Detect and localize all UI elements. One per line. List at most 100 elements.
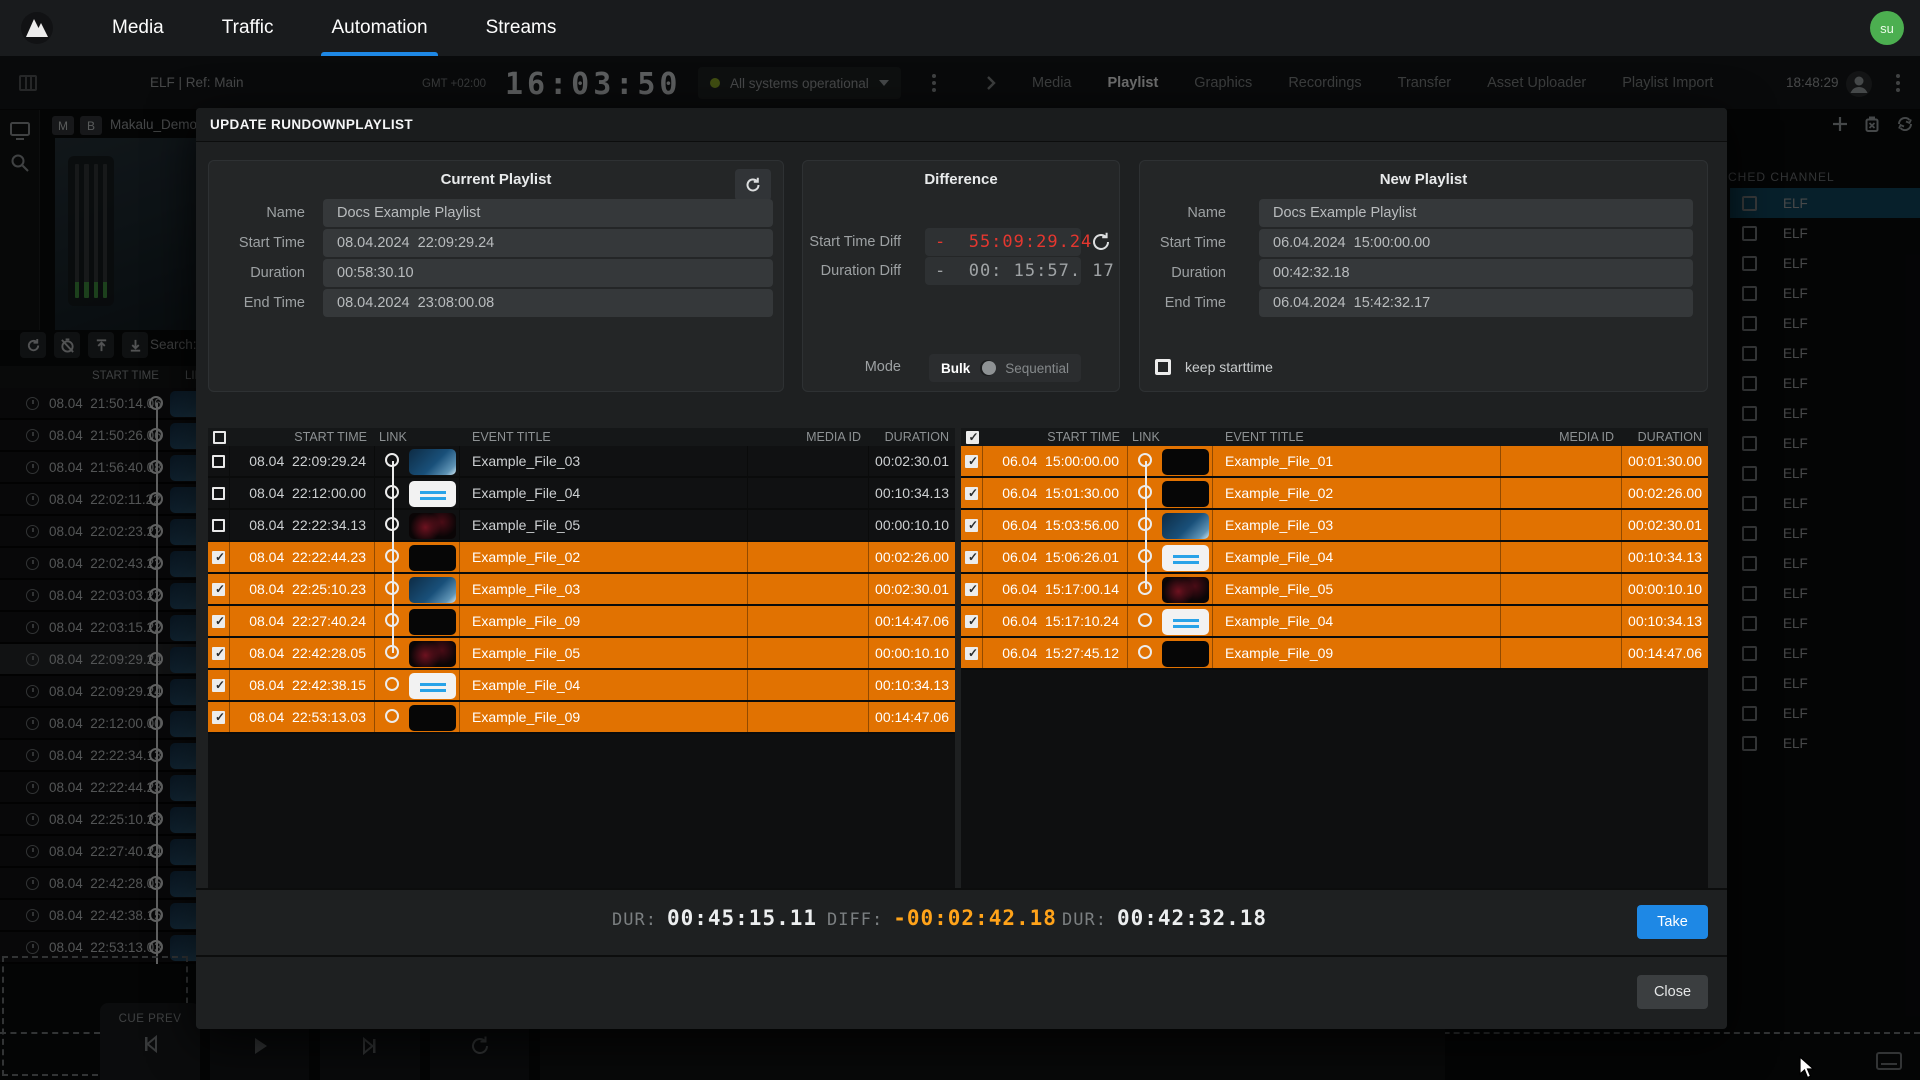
event-title: Example_File_09 bbox=[460, 606, 748, 636]
duration-left-readout: DUR: 00:45:15.11 bbox=[612, 906, 817, 940]
row-checkbox[interactable] bbox=[212, 711, 225, 724]
event-row[interactable]: 08.04 22:25:10.23 Example_File_03 00:02:… bbox=[208, 574, 955, 606]
event-row[interactable]: 08.04 22:53:13.03 Example_File_09 00:14:… bbox=[208, 702, 955, 734]
event-thumbnail bbox=[1162, 609, 1209, 635]
close-button[interactable]: Close bbox=[1637, 975, 1708, 1009]
refresh-playlist-button[interactable] bbox=[735, 169, 771, 201]
event-row[interactable]: 08.04 22:12:00.00 Example_File_04 00:10:… bbox=[208, 478, 955, 510]
nav-item[interactable]: Media bbox=[96, 0, 180, 56]
nav-item[interactable]: Automation bbox=[315, 0, 443, 56]
row-checkbox[interactable] bbox=[965, 519, 978, 532]
row-checkbox[interactable] bbox=[212, 455, 225, 468]
event-row[interactable]: 08.04 22:22:44.23 Example_File_02 00:02:… bbox=[208, 542, 955, 574]
row-checkbox[interactable] bbox=[212, 679, 225, 692]
new-end-field[interactable]: 06.04.2024 15:42:32.17 bbox=[1259, 289, 1693, 317]
keep-starttime-checkbox[interactable] bbox=[1155, 359, 1171, 375]
link-ring[interactable] bbox=[385, 517, 399, 531]
current-start-field[interactable]: 08.04.2024 22:09:29.24 bbox=[323, 229, 773, 257]
link-ring[interactable] bbox=[385, 581, 399, 595]
row-checkbox[interactable] bbox=[965, 551, 978, 564]
event-title: Example_File_01 bbox=[1213, 446, 1501, 476]
event-row[interactable]: 08.04 22:42:38.15 Example_File_04 00:10:… bbox=[208, 670, 955, 702]
link-ring[interactable] bbox=[385, 613, 399, 627]
event-row[interactable]: 06.04 15:01:30.00 Example_File_02 00:02:… bbox=[961, 478, 1708, 510]
event-thumbnail bbox=[409, 641, 456, 667]
makalu-logo[interactable] bbox=[20, 11, 54, 45]
event-row[interactable]: 06.04 15:06:26.01 Example_File_04 00:10:… bbox=[961, 542, 1708, 574]
nav-item[interactable]: Traffic bbox=[206, 0, 290, 56]
select-all-checkbox[interactable] bbox=[213, 431, 226, 444]
event-row[interactable]: 06.04 15:27:45.12 Example_File_09 00:14:… bbox=[961, 638, 1708, 670]
end-time-label: End Time bbox=[1165, 295, 1226, 311]
link-ring[interactable] bbox=[385, 453, 399, 467]
event-start-time: 06.04 15:03:56.00 bbox=[983, 510, 1128, 540]
nav-item[interactable]: Streams bbox=[470, 0, 573, 56]
row-checkbox[interactable] bbox=[212, 583, 225, 596]
row-checkbox[interactable] bbox=[212, 647, 225, 660]
row-checkbox[interactable] bbox=[212, 487, 225, 500]
current-name-field[interactable]: Docs Example Playlist bbox=[323, 199, 773, 227]
event-row[interactable]: 06.04 15:17:00.14 Example_File_05 00:00:… bbox=[961, 574, 1708, 606]
new-playlist-panel: New Playlist Name Docs Example Playlist … bbox=[1139, 160, 1708, 392]
current-duration-field[interactable]: 00:58:30.10 bbox=[323, 259, 773, 287]
event-row[interactable]: 06.04 15:00:00.00 Example_File_01 00:01:… bbox=[961, 446, 1708, 478]
start-time-diff-value: - 55:09:29.24 bbox=[925, 228, 1081, 256]
mode-bulk-label[interactable]: Bulk bbox=[941, 361, 970, 376]
event-row[interactable]: 06.04 15:17:10.24 Example_File_04 00:10:… bbox=[961, 606, 1708, 638]
event-duration: 00:02:30.01 bbox=[1622, 510, 1708, 540]
select-all-checkbox[interactable] bbox=[966, 431, 979, 444]
row-checkbox[interactable] bbox=[212, 519, 225, 532]
event-media-id bbox=[748, 574, 869, 604]
event-row[interactable]: 08.04 22:09:29.24 Example_File_03 00:02:… bbox=[208, 446, 955, 478]
event-row[interactable]: 08.04 22:22:34.13 Example_File_05 00:00:… bbox=[208, 510, 955, 542]
link-ring[interactable] bbox=[385, 677, 399, 691]
event-thumbnail bbox=[1162, 577, 1209, 603]
event-row[interactable]: 06.04 15:03:56.00 Example_File_03 00:02:… bbox=[961, 510, 1708, 542]
row-checkbox[interactable] bbox=[965, 455, 978, 468]
event-row[interactable]: 08.04 22:27:40.24 Example_File_09 00:14:… bbox=[208, 606, 955, 638]
table-header: START TIME LINK EVENT TITLE MEDIA ID DUR… bbox=[208, 428, 955, 446]
divider bbox=[196, 955, 1727, 957]
col-link: LINK bbox=[375, 430, 460, 444]
event-link-cell bbox=[375, 638, 460, 668]
event-title: Example_File_03 bbox=[1213, 510, 1501, 540]
link-ring[interactable] bbox=[1138, 613, 1152, 627]
event-duration: 00:00:10.10 bbox=[1622, 574, 1708, 604]
link-ring[interactable] bbox=[385, 549, 399, 563]
event-media-id bbox=[748, 702, 869, 732]
row-checkbox[interactable] bbox=[965, 615, 978, 628]
link-ring[interactable] bbox=[1138, 485, 1152, 499]
event-link-cell bbox=[1128, 510, 1213, 540]
link-ring[interactable] bbox=[1138, 453, 1152, 467]
mode-switch[interactable] bbox=[980, 360, 995, 376]
new-start-field[interactable]: 06.04.2024 15:00:00.00 bbox=[1259, 229, 1693, 257]
link-ring[interactable] bbox=[1138, 581, 1152, 595]
col-start-time: START TIME bbox=[983, 430, 1128, 444]
row-checkbox[interactable] bbox=[965, 583, 978, 596]
event-duration: 00:01:30.00 bbox=[1622, 446, 1708, 476]
row-checkbox[interactable] bbox=[212, 615, 225, 628]
mode-sequential-label[interactable]: Sequential bbox=[1005, 361, 1069, 376]
event-row[interactable]: 08.04 22:42:28.05 Example_File_05 00:00:… bbox=[208, 638, 955, 670]
link-ring[interactable] bbox=[1138, 645, 1152, 659]
link-ring[interactable] bbox=[385, 485, 399, 499]
mode-toggle[interactable]: Bulk Sequential bbox=[929, 354, 1081, 382]
diff-value: -00:02:42.18 bbox=[893, 906, 1057, 930]
current-end-field[interactable]: 08.04.2024 23:08:00.08 bbox=[323, 289, 773, 317]
row-checkbox[interactable] bbox=[212, 551, 225, 564]
event-start-time: 08.04 22:12:00.00 bbox=[230, 478, 375, 508]
link-ring[interactable] bbox=[385, 709, 399, 723]
event-duration: 00:14:47.06 bbox=[869, 702, 955, 732]
row-checkbox[interactable] bbox=[965, 647, 978, 660]
link-ring[interactable] bbox=[385, 645, 399, 659]
link-ring[interactable] bbox=[1138, 549, 1152, 563]
new-name-field[interactable]: Docs Example Playlist bbox=[1259, 199, 1693, 227]
link-ring[interactable] bbox=[1138, 517, 1152, 531]
take-button[interactable]: Take bbox=[1637, 905, 1708, 939]
reset-diff-icon[interactable] bbox=[1089, 230, 1113, 254]
event-thumbnail bbox=[1162, 481, 1209, 507]
new-duration-field[interactable]: 00:42:32.18 bbox=[1259, 259, 1693, 287]
event-thumbnail bbox=[1162, 513, 1209, 539]
user-avatar[interactable]: su bbox=[1870, 11, 1904, 45]
row-checkbox[interactable] bbox=[965, 487, 978, 500]
